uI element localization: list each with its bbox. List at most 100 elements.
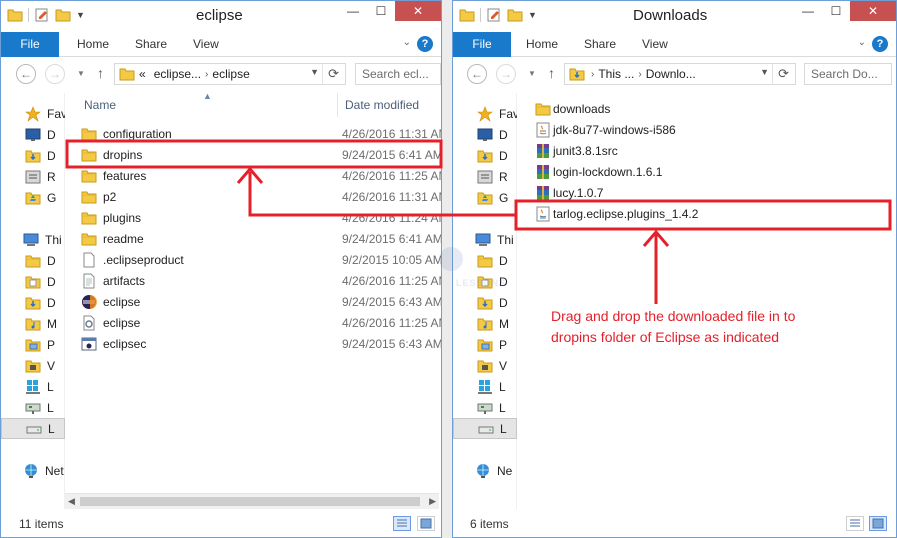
scrollbar-thumb[interactable] — [80, 497, 420, 506]
sidebar-item[interactable]: L — [1, 376, 65, 397]
sidebar-item[interactable]: G — [453, 187, 517, 208]
details-view-icon[interactable] — [393, 516, 411, 531]
file-row[interactable]: eclipsec 9/24/2015 6:43 AM — [65, 333, 441, 354]
up-arrow-icon[interactable]: ↑ — [548, 65, 555, 81]
expand-ribbon-icon[interactable]: ⌄ — [858, 37, 866, 48]
forward-arrow-icon[interactable]: → — [45, 64, 65, 84]
close-icon[interactable]: ✕ — [395, 1, 441, 21]
chevron-down-icon[interactable]: ▼ — [528, 10, 537, 20]
sidebar-item[interactable]: Fav — [453, 103, 517, 124]
minimize-icon[interactable]: — — [794, 1, 822, 21]
file-row[interactable]: jdk-8u77-windows-i586 — [517, 119, 887, 140]
sidebar-item[interactable]: P — [453, 334, 517, 355]
tab-share[interactable]: Share — [135, 32, 167, 57]
recent-locations-icon[interactable]: ▼ — [528, 69, 536, 78]
refresh-icon[interactable]: ⟳ — [328, 66, 339, 82]
sidebar-item[interactable]: V — [1, 355, 65, 376]
maximize-icon[interactable]: ☐ — [367, 1, 395, 21]
file-row[interactable]: dropins 9/24/2015 6:41 AM — [65, 144, 441, 165]
sidebar-item[interactable]: M — [1, 313, 65, 334]
breadcrumb-overflow[interactable]: « — [139, 67, 146, 81]
file-row[interactable]: p2 4/26/2016 11:31 AM — [65, 186, 441, 207]
close-icon[interactable]: ✕ — [850, 1, 896, 21]
scroll-left-icon[interactable]: ◀ — [68, 496, 75, 507]
sidebar-item[interactable]: D — [1, 292, 65, 313]
file-row[interactable]: readme 9/24/2015 6:41 AM — [65, 228, 441, 249]
column-divider[interactable] — [337, 93, 338, 117]
file-row[interactable]: lucy.1.0.7 — [517, 182, 887, 203]
address-bar[interactable]: › This ... › Downlo... ▼ ⟳ — [564, 63, 796, 85]
sidebar-item[interactable]: M — [453, 313, 517, 334]
tab-view[interactable]: View — [642, 32, 668, 57]
sidebar-item[interactable]: Fav — [1, 103, 65, 124]
tab-file[interactable]: File — [1, 32, 59, 57]
help-icon[interactable]: ? — [872, 36, 888, 52]
file-row[interactable]: tarlog.eclipse.plugins_1.4.2 — [517, 203, 887, 224]
column-name[interactable]: Name — [84, 98, 116, 112]
file-row[interactable]: login-lockdown.1.6.1 — [517, 161, 887, 182]
up-arrow-icon[interactable]: ↑ — [97, 65, 104, 81]
details-view-icon[interactable] — [846, 516, 864, 531]
file-row[interactable]: configuration 4/26/2016 11:31 AM — [65, 123, 441, 144]
minimize-icon[interactable]: — — [339, 1, 367, 21]
folder-icon[interactable] — [7, 7, 23, 23]
refresh-icon[interactable]: ⟳ — [778, 66, 789, 82]
tab-view[interactable]: View — [193, 32, 219, 57]
sidebar-item[interactable]: V — [453, 355, 517, 376]
sidebar-item[interactable]: L — [1, 397, 65, 418]
sidebar-item[interactable]: D — [453, 124, 517, 145]
back-arrow-icon[interactable]: ← — [16, 64, 36, 84]
new-folder-icon[interactable] — [507, 7, 523, 23]
breadcrumb-current[interactable]: eclipse — [212, 67, 249, 81]
maximize-icon[interactable]: ☐ — [822, 1, 850, 21]
tab-share[interactable]: Share — [584, 32, 616, 57]
breadcrumb-current[interactable]: Downlo... — [646, 67, 696, 81]
properties-icon[interactable] — [34, 7, 50, 23]
breadcrumb-parent[interactable]: This ... — [598, 67, 634, 81]
file-row[interactable]: plugins 4/26/2016 11:24 AM — [65, 207, 441, 228]
expand-ribbon-icon[interactable]: ⌄ — [403, 37, 411, 48]
breadcrumb-parent[interactable]: eclipse... — [154, 67, 201, 81]
sidebar-item[interactable]: P — [1, 334, 65, 355]
chevron-right-icon[interactable]: › — [591, 69, 594, 80]
properties-icon[interactable] — [486, 7, 502, 23]
sidebar-item[interactable]: R — [453, 166, 517, 187]
help-icon[interactable]: ? — [417, 36, 433, 52]
back-arrow-icon[interactable]: ← — [467, 64, 487, 84]
large-icons-view-icon[interactable] — [417, 516, 435, 531]
file-row[interactable]: .eclipseproduct 9/2/2015 10:05 AM — [65, 249, 441, 270]
file-row[interactable]: features 4/26/2016 11:25 AM — [65, 165, 441, 186]
sidebar-item[interactable]: D — [1, 271, 65, 292]
sidebar-item[interactable]: D — [1, 124, 65, 145]
sidebar-item[interactable]: L — [453, 397, 517, 418]
sidebar-item[interactable]: R — [1, 166, 65, 187]
tab-home[interactable]: Home — [526, 32, 558, 57]
sidebar-item[interactable]: Thi — [1, 229, 65, 250]
file-row[interactable]: eclipse 9/24/2015 6:43 AM — [65, 291, 441, 312]
file-row[interactable]: eclipse 4/26/2016 11:25 AM — [65, 312, 441, 333]
recent-locations-icon[interactable]: ▼ — [77, 69, 85, 78]
chevron-right-icon[interactable]: › — [638, 69, 641, 80]
sidebar-item[interactable]: G — [1, 187, 65, 208]
chevron-right-icon[interactable]: › — [205, 69, 208, 80]
folder-icon[interactable] — [459, 7, 475, 23]
search-input[interactable]: Search ecl... — [355, 63, 441, 85]
large-icons-view-icon[interactable] — [869, 516, 887, 531]
chevron-down-icon[interactable]: ▼ — [310, 67, 319, 77]
scroll-right-icon[interactable]: ▶ — [429, 496, 436, 507]
sidebar-item[interactable]: D — [1, 145, 65, 166]
forward-arrow-icon[interactable]: → — [496, 64, 516, 84]
horizontal-scrollbar[interactable]: ◀ ▶ — [65, 493, 439, 509]
sidebar-item[interactable]: Net — [1, 460, 65, 481]
tab-home[interactable]: Home — [77, 32, 109, 57]
file-row[interactable]: downloads — [517, 98, 887, 119]
chevron-down-icon[interactable]: ▼ — [76, 10, 85, 20]
new-folder-icon[interactable] — [55, 7, 71, 23]
column-date-modified[interactable]: Date modified — [345, 98, 419, 112]
sidebar-item[interactable]: D — [1, 250, 65, 271]
file-row[interactable]: artifacts 4/26/2016 11:25 AM — [65, 270, 441, 291]
chevron-down-icon[interactable]: ▼ — [760, 67, 769, 77]
search-input[interactable]: Search Do... — [804, 63, 892, 85]
sidebar-item[interactable]: L — [1, 418, 65, 439]
address-bar[interactable]: « eclipse... › eclipse ▼ ⟳ — [114, 63, 346, 85]
